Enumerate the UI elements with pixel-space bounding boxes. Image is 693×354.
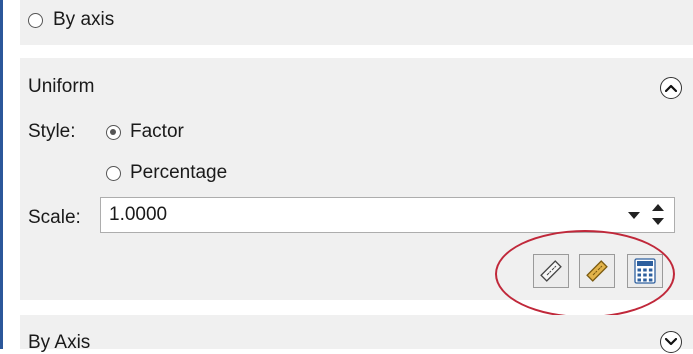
spin-up-icon[interactable] [652, 204, 664, 211]
calculator-button[interactable] [627, 254, 663, 288]
dropdown-arrow-icon[interactable] [628, 212, 640, 219]
by-axis-panel-title: By Axis [28, 332, 91, 353]
scale-input[interactable]: 1.0000 [100, 197, 675, 233]
chevron-up-icon [665, 84, 677, 92]
by-axis-radio[interactable] [28, 13, 43, 28]
scale-value: 1.0000 [109, 204, 168, 225]
style-label: Style: [28, 121, 76, 142]
calculator-icon [634, 258, 656, 284]
expand-by-axis-button[interactable] [660, 331, 682, 353]
factor-radio[interactable] [106, 125, 121, 140]
ruler-yellow-icon [586, 260, 608, 282]
chevron-down-icon [665, 338, 677, 346]
uniform-panel-title: Uniform [28, 76, 95, 97]
collapse-uniform-button[interactable] [660, 77, 682, 99]
left-border [0, 0, 3, 349]
percentage-label: Percentage [130, 162, 228, 183]
by-axis-option-row: By axis [20, 0, 693, 45]
scale-label: Scale: [28, 207, 81, 228]
measure-ruler-button[interactable] [533, 254, 569, 288]
by-axis-panel: By Axis [20, 315, 693, 353]
percentage-radio[interactable] [106, 166, 121, 181]
factor-label: Factor [130, 121, 184, 142]
by-axis-label: By axis [53, 9, 115, 30]
yellow-ruler-button[interactable] [579, 254, 615, 288]
ruler-measure-icon [540, 260, 562, 282]
spin-down-icon[interactable] [652, 218, 664, 225]
